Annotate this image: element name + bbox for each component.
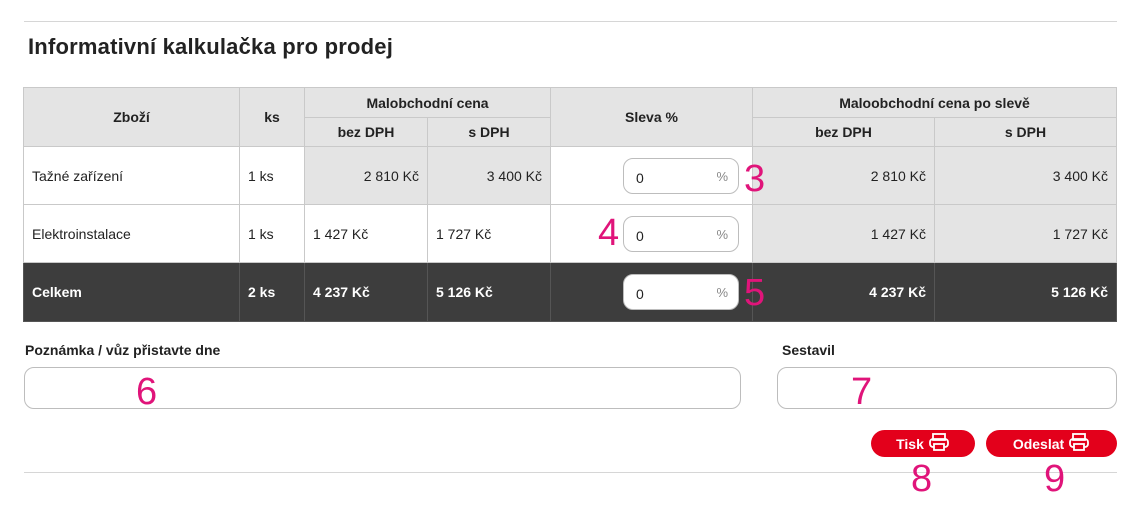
price-excl-vat: 1 427 Kč [304,204,428,263]
calculator-table: Zboží ks Malobchodní cena Sleva % Maloob… [23,87,1117,322]
marker-5: 5 [744,272,766,314]
discount-input[interactable] [634,224,698,247]
top-divider [24,21,1117,22]
item-name: Tažné zařízení [23,146,240,205]
total-row: Celkem 2 ks 4 237 Kč 5 126 Kč % 4 237 Kč… [23,262,1117,322]
total-after-discount-excl-vat: 4 237 Kč [752,262,935,322]
total-discount-input[interactable] [634,283,698,305]
header-discount: Sleva % [550,87,753,147]
item-qty: 1 ks [239,146,305,205]
print-button-label: Tisk [896,435,924,452]
discount-cell: % [550,146,753,205]
discount-input[interactable] [634,166,698,189]
total-qty: 2 ks [239,262,305,322]
percent-sign: % [716,226,728,242]
total-price-excl-vat: 4 237 Kč [304,262,428,322]
marker-7: 7 [851,371,873,413]
total-discount-field[interactable]: % [623,274,739,310]
discount-field[interactable]: % [623,215,739,252]
page-title: Informativní kalkulačka pro prodej [28,34,394,59]
marker-4: 4 [598,212,620,254]
item-name: Elektroinstalace [23,204,240,263]
marker-3: 3 [744,158,766,200]
printer-icon [928,432,950,455]
marker-8: 8 [911,458,933,500]
after-discount-excl-vat: 1 427 Kč [752,204,935,263]
note-label: Poznámka / vůz přistavte dne [25,342,221,358]
discount-field[interactable]: % [623,157,739,194]
price-incl-vat: 1 727 Kč [427,204,551,263]
percent-sign: % [716,285,728,300]
header-item: Zboží [23,87,240,147]
after-discount-excl-vat: 2 810 Kč [752,146,935,205]
table-row: Elektroinstalace 1 ks 1 427 Kč 1 727 Kč … [23,204,1117,263]
author-label: Sestavil [782,342,835,358]
total-price-incl-vat: 5 126 Kč [427,262,551,322]
percent-sign: % [716,168,728,184]
after-discount-incl-vat: 1 727 Kč [934,204,1117,263]
price-excl-vat: 2 810 Kč [304,146,428,205]
price-incl-vat: 3 400 Kč [427,146,551,205]
header-retail-incl-vat: s DPH [427,117,551,147]
header-qty: ks [239,87,305,147]
print-button[interactable]: Tisk [871,430,975,457]
send-button[interactable]: Odeslat [986,430,1117,457]
printer-icon [1068,432,1090,455]
after-discount-incl-vat: 3 400 Kč [934,146,1117,205]
bottom-divider [24,472,1117,473]
header-retail-price: Malobchodní cena [304,87,551,118]
marker-9: 9 [1044,458,1066,500]
item-qty: 1 ks [239,204,305,263]
table-row: Tažné zařízení 1 ks 2 810 Kč 3 400 Kč % … [23,146,1117,205]
total-label: Celkem [23,262,240,322]
header-after-incl-vat: s DPH [934,117,1117,147]
note-field[interactable] [24,367,741,409]
header-retail-excl-vat: bez DPH [304,117,428,147]
discount-cell: % [550,262,753,322]
total-after-discount-incl-vat: 5 126 Kč [934,262,1117,322]
discount-cell: % [550,204,753,263]
header-retail-after-discount: Maloobchodní cena po slevě [752,87,1117,118]
author-field[interactable] [777,367,1117,409]
send-button-label: Odeslat [1012,435,1065,452]
marker-6: 6 [136,371,158,413]
header-after-excl-vat: bez DPH [752,117,935,147]
